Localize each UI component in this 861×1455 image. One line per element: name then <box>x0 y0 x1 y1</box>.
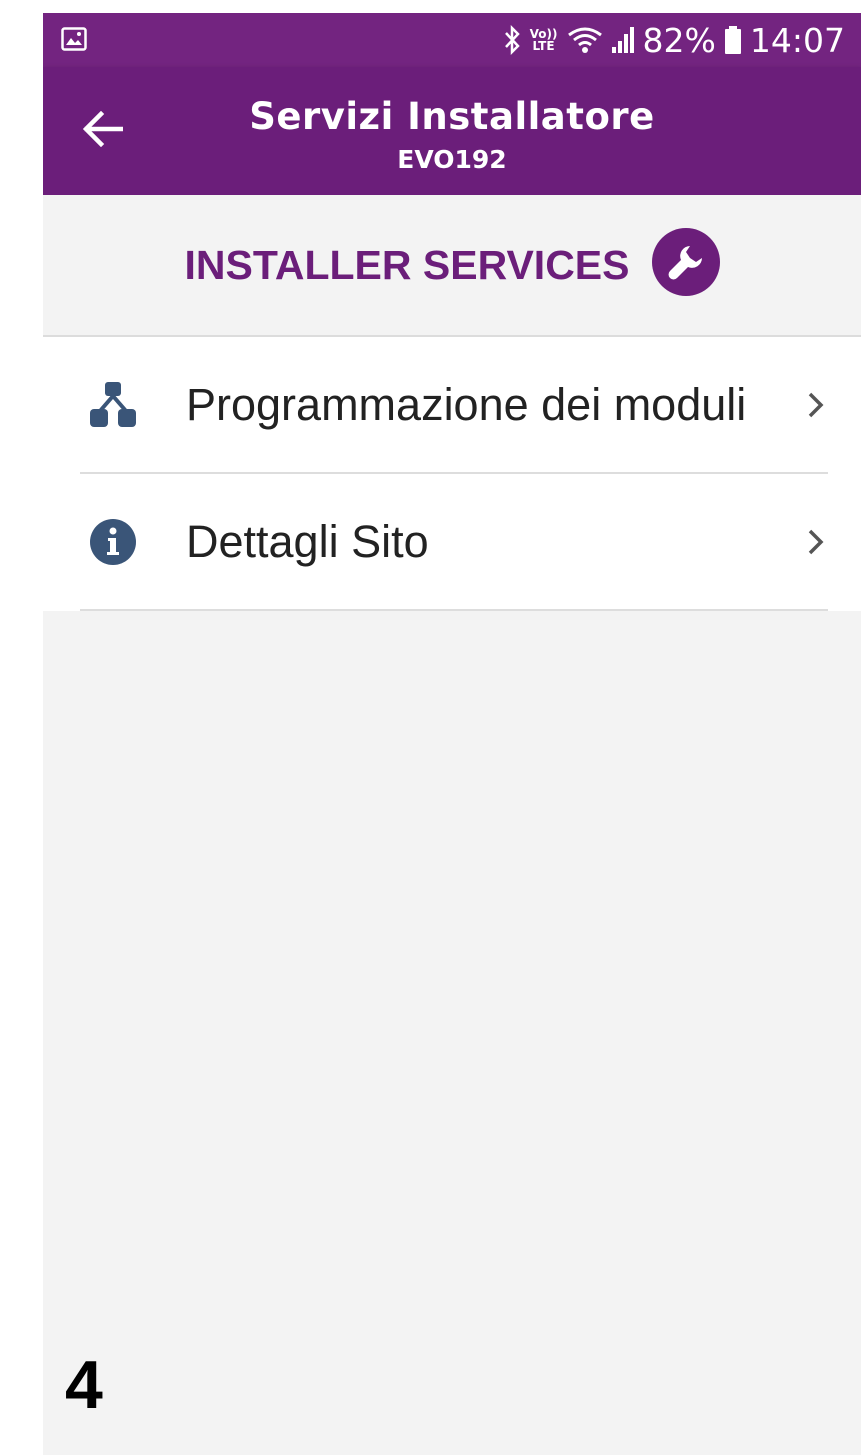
phone-screen: Vo)) LTE 82% 14:07 Servizi Installatore … <box>43 13 861 1455</box>
info-icon <box>88 517 138 567</box>
battery-level: 82% <box>642 20 716 60</box>
wrench-icon <box>651 228 720 296</box>
menu-item-label: Programmazione dei moduli <box>186 378 747 430</box>
signal-icon <box>611 25 635 55</box>
wifi-icon <box>567 25 603 55</box>
modules-hierarchy-icon <box>88 380 138 430</box>
image-icon <box>61 27 87 51</box>
chevron-right-icon <box>804 526 828 558</box>
section-title: INSTALLER SERVICES <box>184 241 630 288</box>
menu-item-label: Dettagli Sito <box>186 515 429 567</box>
section-header: INSTALLER SERVICES <box>43 195 861 337</box>
bluetooth-icon <box>503 25 521 55</box>
battery-icon <box>724 25 742 55</box>
menu-item-programmazione-moduli[interactable]: Programmazione dei moduli <box>80 337 828 474</box>
clock: 14:07 <box>749 20 845 60</box>
menu-item-dettagli-sito[interactable]: Dettagli Sito <box>80 474 828 611</box>
status-indicators: Vo)) LTE 82% 14:07 <box>503 13 845 67</box>
chevron-right-icon <box>804 389 828 421</box>
app-bar: Servizi Installatore EVO192 <box>43 67 861 195</box>
page-number: 4 <box>65 1347 103 1423</box>
volte-lte-icon: Vo)) LTE <box>529 27 558 53</box>
status-bar: Vo)) LTE 82% 14:07 <box>43 13 861 67</box>
page-subtitle: EVO192 <box>397 145 507 174</box>
menu-list: Programmazione dei moduli Dettagli Sito <box>43 337 861 611</box>
page-title: Servizi Installatore <box>249 95 655 138</box>
